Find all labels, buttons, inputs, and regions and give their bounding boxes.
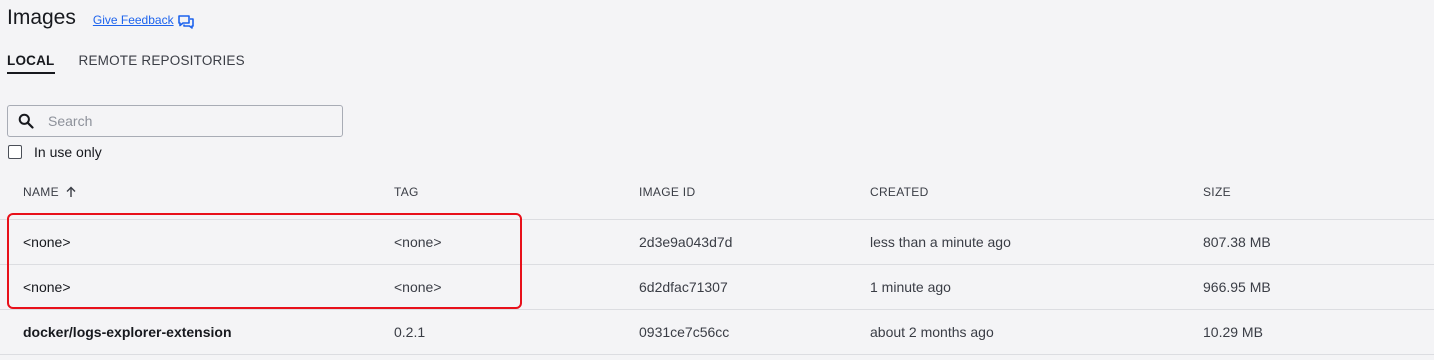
- image-name: <none>: [23, 279, 71, 295]
- column-header-name-label: NAME: [23, 185, 59, 199]
- in-use-only-filter[interactable]: In use only: [8, 144, 102, 160]
- in-use-only-checkbox[interactable]: [8, 145, 22, 159]
- image-size: 10.29 MB: [1203, 324, 1263, 340]
- give-feedback-label: Give Feedback: [92, 13, 174, 27]
- image-created: about 2 months ago: [870, 324, 994, 340]
- image-size: 966.95 MB: [1203, 279, 1271, 295]
- images-table: NAME TAG IMAGE ID CREATED SIZE <none> <n…: [0, 173, 1434, 355]
- column-header-image-id[interactable]: IMAGE ID: [639, 185, 695, 199]
- page-title: Images: [7, 6, 76, 29]
- image-id: 6d2dfac71307: [639, 279, 728, 295]
- images-page: Images Give Feedback LOCAL REMOTE REPOSI…: [0, 0, 1434, 360]
- table-row[interactable]: docker/logs-explorer-extension 0.2.1 093…: [0, 310, 1434, 355]
- image-size: 807.38 MB: [1203, 234, 1271, 250]
- search-box[interactable]: [7, 105, 343, 137]
- table-row[interactable]: <none> <none> 6d2dfac71307 1 minute ago …: [0, 265, 1434, 310]
- table-header: NAME TAG IMAGE ID CREATED SIZE: [0, 173, 1434, 220]
- image-created: 1 minute ago: [870, 279, 951, 295]
- sort-ascending-icon: [66, 186, 76, 197]
- page-header: Images Give Feedback: [7, 6, 194, 30]
- tab-remote-repositories[interactable]: REMOTE REPOSITORIES: [79, 53, 245, 74]
- image-tag: 0.2.1: [394, 324, 426, 340]
- search-icon: [18, 113, 34, 129]
- in-use-only-label: In use only: [34, 144, 102, 160]
- column-header-tag[interactable]: TAG: [394, 185, 419, 199]
- give-feedback-link[interactable]: Give Feedback: [92, 13, 194, 29]
- image-created: less than a minute ago: [870, 234, 1011, 250]
- image-id: 2d3e9a043d7d: [639, 234, 733, 250]
- column-header-name[interactable]: NAME: [23, 185, 77, 199]
- image-name: docker/logs-explorer-extension: [23, 324, 232, 340]
- image-tag: <none>: [394, 279, 442, 295]
- column-header-size[interactable]: SIZE: [1203, 185, 1231, 199]
- table-row[interactable]: <none> <none> 2d3e9a043d7d less than a m…: [0, 220, 1434, 265]
- image-tag: <none>: [394, 234, 442, 250]
- search-input[interactable]: [46, 112, 330, 130]
- tab-local[interactable]: LOCAL: [7, 53, 55, 74]
- image-id: 0931ce7c56cc: [639, 324, 730, 340]
- image-name: <none>: [23, 234, 71, 250]
- image-tabs: LOCAL REMOTE REPOSITORIES: [7, 53, 269, 74]
- feedback-icon: [177, 15, 194, 29]
- column-header-created[interactable]: CREATED: [870, 185, 929, 199]
